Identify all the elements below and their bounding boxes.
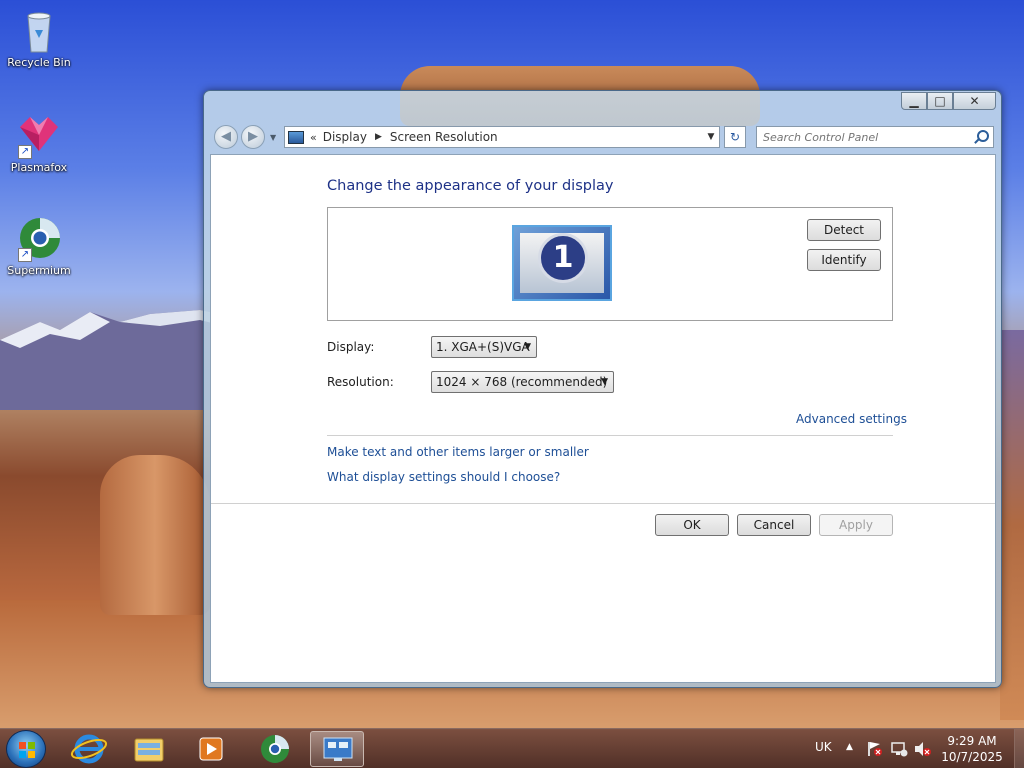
search-box[interactable] <box>756 126 994 148</box>
monitor-number: 1 <box>538 233 588 283</box>
ok-button[interactable]: OK <box>655 514 729 536</box>
taskbar-internet-explorer[interactable] <box>62 731 116 767</box>
show-desktop-button[interactable] <box>1014 729 1024 768</box>
back-button[interactable]: ◀ <box>214 125 238 149</box>
monitor-1-preview[interactable]: 1 <box>512 225 612 301</box>
desktop-icon-recycle-bin[interactable]: Recycle Bin <box>1 8 77 69</box>
detect-button[interactable]: Detect <box>807 219 881 241</box>
breadcrumb-overflow-chevron[interactable]: « <box>310 131 317 144</box>
supermium-icon: ↗ <box>16 216 62 262</box>
display-label: Display: <box>327 340 375 354</box>
identify-button[interactable]: Identify <box>807 249 881 271</box>
recycle-bin-icon <box>16 8 62 54</box>
resolution-select[interactable]: 1024 × 768 (recommended) ▼ <box>431 371 614 393</box>
taskbar-screen-resolution[interactable] <box>310 731 364 767</box>
recent-pages-dropdown[interactable]: ▼ <box>270 133 276 142</box>
breadcrumb-display[interactable]: Display <box>323 130 367 144</box>
resolution-select-value: 1024 × 768 (recommended) <box>436 375 608 389</box>
taskbar: UK ▲ 9:29 AM 10/7/2025 <box>0 728 1024 768</box>
clock-date: 10/7/2025 <box>941 750 1003 764</box>
display-select[interactable]: 1. XGA+(S)VGA ▼ <box>431 336 537 358</box>
show-hidden-icons-chevron[interactable]: ▲ <box>846 742 853 752</box>
shortcut-arrow-icon: ↗ <box>18 248 32 262</box>
desktop-wallpaper-arch <box>100 455 210 615</box>
divider <box>211 503 995 504</box>
language-indicator[interactable]: UK <box>815 740 832 754</box>
media-player-icon <box>199 737 223 761</box>
monitor-arrangement-panel: 1 Detect Identify <box>327 207 893 321</box>
refresh-button[interactable]: ↻ <box>724 126 746 148</box>
content-pane: Change the appearance of your display 1 … <box>210 154 996 683</box>
supermium-icon <box>261 735 289 763</box>
desktop-icon-plasmafox[interactable]: ↗ Plasmafox <box>1 113 77 174</box>
control-panel-icon <box>288 130 304 144</box>
clock-time: 9:29 AM <box>947 734 997 748</box>
address-dropdown-icon[interactable]: ▼ <box>703 132 719 142</box>
text-size-link[interactable]: Make text and other items larger or smal… <box>327 445 589 459</box>
close-button[interactable]: ✕ <box>953 92 996 110</box>
display-settings-help-link[interactable]: What display settings should I choose? <box>327 470 560 484</box>
start-button[interactable] <box>6 730 46 768</box>
address-bar[interactable]: « Display ▶ Screen Resolution ▼ <box>284 126 720 148</box>
breadcrumb-screen-resolution[interactable]: Screen Resolution <box>390 130 498 144</box>
desktop-icon-label: Plasmafox <box>10 161 68 174</box>
shortcut-arrow-icon: ↗ <box>18 145 32 159</box>
chevron-down-icon: ▼ <box>524 342 531 352</box>
taskbar-media-player[interactable] <box>184 731 238 767</box>
taskbar-supermium[interactable] <box>248 731 302 767</box>
navigation-bar: ◀ ▶ ▼ « Display ▶ Screen Resolution ▼ ↻ <box>212 123 994 149</box>
taskbar-file-explorer[interactable] <box>122 731 176 767</box>
window-controls: ▁ □ ✕ <box>901 92 996 110</box>
page-title: Change the appearance of your display <box>327 178 614 194</box>
advanced-settings-link[interactable]: Advanced settings <box>796 412 907 426</box>
plasmafox-icon: ↗ <box>16 113 62 159</box>
desktop-icon-label: Recycle Bin <box>7 56 71 69</box>
cancel-button[interactable]: Cancel <box>737 514 811 536</box>
screen-resolution-icon <box>323 737 353 761</box>
display-select-value: 1. XGA+(S)VGA <box>436 340 530 354</box>
system-clock[interactable]: 9:29 AM 10/7/2025 <box>940 733 1004 765</box>
maximize-button[interactable]: □ <box>927 92 953 110</box>
refresh-icon: ↻ <box>729 130 741 144</box>
network-icon[interactable] <box>890 741 908 757</box>
action-center-icon[interactable] <box>866 741 884 757</box>
back-arrow-icon: ◀ <box>221 129 231 144</box>
forward-arrow-icon: ▶ <box>248 129 258 144</box>
forward-button[interactable]: ▶ <box>241 125 265 149</box>
desktop-icon-supermium[interactable]: ↗ Supermium <box>1 216 77 277</box>
desktop-icon-label: Supermium <box>7 264 71 277</box>
desktop-wallpaper-edge <box>1000 330 1024 720</box>
search-input[interactable] <box>763 127 963 147</box>
divider <box>327 435 893 436</box>
file-explorer-icon <box>134 738 164 762</box>
chevron-down-icon: ▼ <box>601 377 608 387</box>
internet-explorer-icon <box>70 734 108 764</box>
breadcrumb-separator-icon[interactable]: ▶ <box>375 132 382 142</box>
volume-muted-icon[interactable] <box>914 741 932 757</box>
windows-logo-icon <box>19 742 35 758</box>
search-icon[interactable] <box>977 130 989 142</box>
screen-resolution-window: ▁ □ ✕ ◀ ▶ ▼ « Display ▶ Screen Resolutio… <box>203 90 1002 688</box>
resolution-label: Resolution: <box>327 375 394 389</box>
minimize-button[interactable]: ▁ <box>901 92 927 110</box>
apply-button[interactable]: Apply <box>819 514 893 536</box>
